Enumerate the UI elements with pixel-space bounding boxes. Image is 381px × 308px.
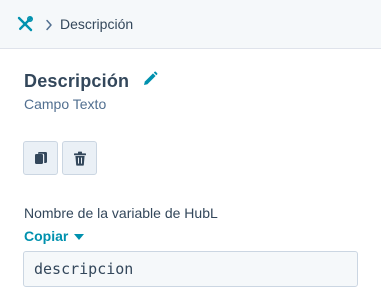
caret-down-icon[interactable]	[74, 233, 85, 240]
hubl-variable-field[interactable]: descripcion	[23, 251, 358, 287]
copy-label[interactable]: Copiar	[24, 228, 68, 245]
delete-button[interactable]	[62, 141, 97, 175]
field-settings-panel: Descripción Descripción Campo Texto Nomb…	[0, 0, 381, 308]
copy-dropdown[interactable]: Copiar	[24, 228, 85, 245]
field-type-label: Campo Texto	[24, 96, 107, 112]
field-title: Descripción	[24, 71, 130, 91]
pencil-icon[interactable]	[141, 70, 159, 88]
hubl-variable-label: Nombre de la variable de HubL	[24, 205, 218, 221]
breadcrumb-current: Descripción	[60, 16, 134, 32]
breadcrumb: Descripción	[0, 0, 381, 49]
tools-icon[interactable]	[16, 15, 34, 33]
clone-icon	[34, 151, 47, 164]
chevron-right-icon	[45, 18, 53, 31]
trash-icon	[73, 151, 86, 166]
clone-button[interactable]	[23, 141, 58, 175]
